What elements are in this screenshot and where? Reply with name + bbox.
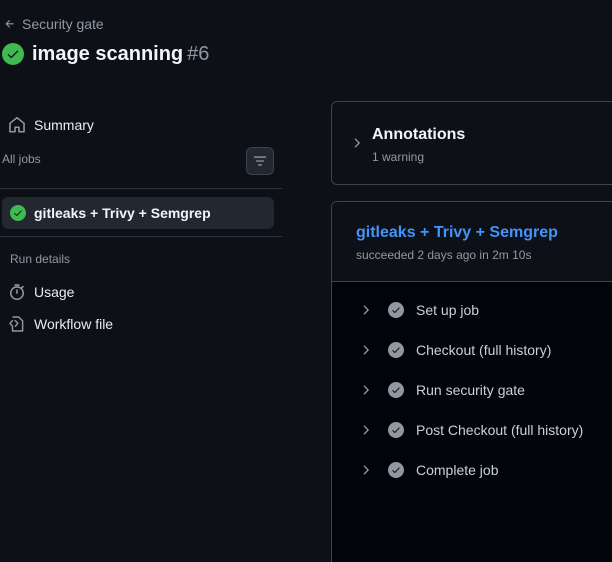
check-circle-icon <box>388 342 404 358</box>
step-label: Run security gate <box>416 382 525 398</box>
step-label: Set up job <box>416 302 480 318</box>
annotations-panel[interactable]: Annotations 1 warning <box>331 101 612 185</box>
step-row[interactable]: Complete job <box>332 454 612 486</box>
divider <box>0 188 282 189</box>
step-label: Complete job <box>416 462 499 478</box>
back-link-label: Security gate <box>22 16 104 32</box>
workflow-file-icon <box>9 316 24 332</box>
chevron-right-icon <box>363 305 369 315</box>
annotations-subtitle: 1 warning <box>372 150 425 164</box>
step-row[interactable]: Post Checkout (full history) <box>332 414 612 446</box>
check-circle-icon <box>2 43 24 65</box>
chevron-right-icon <box>363 385 369 395</box>
step-label: Checkout (full history) <box>416 342 552 358</box>
all-jobs-label: All jobs <box>2 152 41 166</box>
job-status-text: succeeded 2 days ago in 2m 10s <box>356 248 532 262</box>
run-number: #6 <box>187 42 210 65</box>
arrow-left-icon <box>5 20 14 28</box>
sidebar-item-workflow-file[interactable]: Workflow file <box>4 310 113 338</box>
step-label: Post Checkout (full history) <box>416 422 584 438</box>
step-row[interactable]: Run security gate <box>332 374 612 406</box>
check-circle-icon <box>388 462 404 478</box>
page-title: image scanning <box>32 42 184 65</box>
annotations-title: Annotations <box>372 126 466 143</box>
chevron-right-icon <box>354 138 360 148</box>
check-circle-icon <box>10 205 26 221</box>
sidebar-item-label: Workflow file <box>34 316 114 332</box>
chevron-right-icon <box>363 425 369 435</box>
sidebar-item-usage[interactable]: Usage <box>4 278 74 306</box>
chevron-right-icon <box>363 465 369 475</box>
filter-icon <box>253 156 267 166</box>
job-log-panel: gitleaks + Trivy + Semgrep succeeded 2 d… <box>331 201 612 562</box>
home-icon <box>9 116 25 133</box>
filter-button[interactable] <box>246 147 274 175</box>
stopwatch-icon <box>10 284 24 301</box>
sidebar-item-label: Summary <box>34 117 94 133</box>
sidebar-job-item[interactable]: gitleaks + Trivy + Semgrep <box>2 197 274 229</box>
divider <box>0 236 282 237</box>
sidebar-item-summary[interactable]: Summary <box>4 111 94 139</box>
job-panel-header: gitleaks + Trivy + Semgrep succeeded 2 d… <box>332 202 612 282</box>
check-circle-icon <box>388 382 404 398</box>
job-label: gitleaks + Trivy + Semgrep <box>34 205 211 221</box>
check-circle-icon <box>388 302 404 318</box>
chevron-right-icon <box>363 345 369 355</box>
run-title-row: image scanning #6 <box>2 40 209 68</box>
step-row[interactable]: Checkout (full history) <box>332 334 612 366</box>
back-link[interactable]: Security gate <box>4 14 104 34</box>
sidebar-item-label: Usage <box>34 284 75 300</box>
job-title-link[interactable]: gitleaks + Trivy + Semgrep <box>356 224 558 242</box>
check-circle-icon <box>388 422 404 438</box>
run-details-label: Run details <box>10 252 71 266</box>
step-row[interactable]: Set up job <box>332 294 612 326</box>
